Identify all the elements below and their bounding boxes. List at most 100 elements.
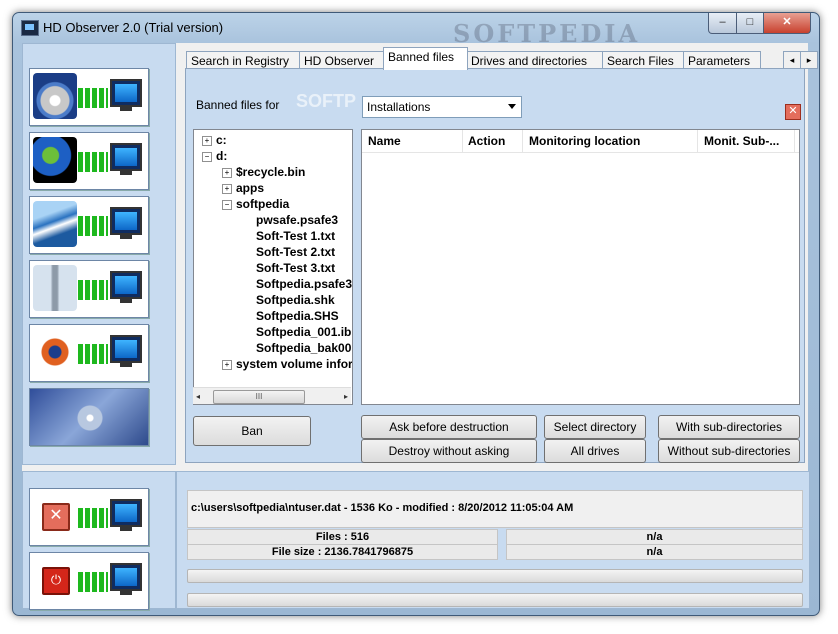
tree-item[interactable]: + system volume infor [222, 356, 353, 372]
collapse-icon[interactable]: − [202, 151, 212, 162]
select-directory-button[interactable]: Select directory [544, 415, 646, 439]
na-value-2: n/a [506, 544, 803, 560]
na-value-1: n/a [506, 529, 803, 545]
dvd-icon [33, 73, 77, 119]
nav-button-burst[interactable] [29, 324, 149, 382]
tree-item[interactable]: + c: [202, 132, 227, 148]
tree-item[interactable]: + $recycle.bin [222, 164, 305, 180]
tree-item-label: apps [236, 181, 265, 195]
column-monitoring-location[interactable]: Monitoring location [523, 130, 698, 152]
nav-button-dvd[interactable] [29, 68, 149, 126]
green-arrows-icon [78, 572, 108, 592]
expand-icon[interactable]: + [222, 167, 232, 178]
monitor-icon [110, 335, 142, 367]
tree-item-label: system volume infor [236, 357, 353, 371]
close-button[interactable]: ✕ [763, 13, 811, 34]
tab-scroll-right-icon[interactable]: ▸ [800, 51, 818, 69]
tab-banned-files[interactable]: Banned files [383, 47, 468, 70]
banned-files-label: Banned files for [196, 98, 280, 112]
column-monit-sub[interactable]: Monit. Sub-... [698, 130, 795, 152]
scroll-thumb[interactable]: III [213, 390, 305, 404]
current-file-box: c:\users\softpedia\ntuser.dat - 1536 Ko … [187, 490, 803, 528]
tree-horizontal-scrollbar[interactable]: ◂ III ▸ [193, 387, 351, 404]
expand-icon[interactable]: + [222, 359, 232, 370]
nav-button-tower[interactable] [29, 260, 149, 318]
monitor-icon [110, 499, 142, 531]
expand-icon[interactable]: + [202, 135, 212, 146]
power-icon: ⏻ [42, 567, 70, 595]
tree-item[interactable]: Soft-Test 3.txt [256, 260, 335, 276]
files-count: Files : 516 [187, 529, 498, 545]
tower-icon [33, 265, 77, 311]
monitor-icon [110, 271, 142, 303]
green-arrows-icon [78, 216, 108, 236]
burst-icon [33, 329, 77, 375]
close-icon[interactable]: ✕ [785, 104, 801, 120]
scroll-right-icon[interactable]: ▸ [344, 392, 348, 401]
tree-item[interactable]: Softpedia.psafe3 [256, 276, 352, 292]
banned-files-page: Banned files for SOFTP Installations ✕ +… [185, 68, 805, 463]
tree-item[interactable]: Softpedia.SHS [256, 308, 339, 324]
tab-scroll-left-icon[interactable]: ◂ [783, 51, 801, 69]
column-action[interactable]: Action [462, 130, 523, 152]
minimize-button[interactable]: – [708, 13, 737, 34]
left-nav-panel [22, 43, 176, 465]
green-arrows-icon [78, 508, 108, 528]
chevron-down-icon [508, 104, 516, 109]
collapse-icon[interactable]: − [222, 199, 232, 210]
banned-files-list[interactable]: Name Action Monitoring location Monit. S… [361, 129, 800, 405]
nav-button-wave[interactable] [29, 196, 149, 254]
tree-item[interactable]: + apps [222, 180, 264, 196]
power-button[interactable]: ⏻ [29, 552, 149, 610]
scroll-left-icon[interactable]: ◂ [196, 392, 200, 401]
monitor-icon [110, 143, 142, 175]
nav-button-logo[interactable] [29, 388, 149, 446]
tree-item[interactable]: Soft-Test 2.txt [256, 244, 335, 260]
green-arrows-icon [78, 280, 108, 300]
left-action-panel: ✕ ⏻ [22, 471, 176, 610]
tree-item[interactable]: Softpedia_bak00 [256, 340, 351, 356]
globe-icon [33, 137, 77, 183]
tree-item-label: d: [216, 149, 228, 163]
file-size: File size : 2136.7841796875 [187, 544, 498, 560]
tree-item-label: c: [216, 133, 227, 147]
window-title: HD Observer 2.0 (Trial version) [43, 20, 224, 35]
ban-button[interactable]: Ban [193, 416, 311, 446]
green-arrows-icon [78, 152, 108, 172]
destroy-without-asking-button[interactable]: Destroy without asking [361, 439, 537, 463]
all-drives-button[interactable]: All drives [544, 439, 646, 463]
softpedia-watermark: SOFTP [296, 91, 357, 111]
bottom-area: ✕ ⏻ c:\users\softpedia\ntuser.dat - 1536… [22, 471, 810, 610]
main-panel: Search in Registry HD Observer Banned fi… [176, 43, 818, 463]
column-name[interactable]: Name [362, 130, 463, 152]
monitor-icon [110, 207, 142, 239]
monitor-icon [110, 563, 142, 595]
folder-tree[interactable]: + c: − d: + $recycle.bin + apps − softpedia p… [193, 129, 353, 405]
tree-item[interactable]: Softpedia_001.ib [256, 324, 351, 340]
maximize-button[interactable]: □ [736, 13, 764, 34]
logo-icon [60, 403, 120, 433]
tree-item-label: softpedia [236, 197, 290, 211]
banned-category-select[interactable]: Installations [362, 96, 522, 118]
with-subdirectories-button[interactable]: With sub-directories [658, 415, 800, 439]
tree-item[interactable]: pwsafe.psafe3 [256, 212, 338, 228]
list-header: Name Action Monitoring location Monit. S… [362, 130, 799, 153]
tree-item[interactable]: − d: [202, 148, 227, 164]
progress-bar-2 [187, 593, 803, 607]
client-area: Search in Registry HD Observer Banned fi… [22, 43, 818, 610]
combo-value: Installations [367, 100, 431, 114]
monitor-icon [110, 79, 142, 111]
stop-x-icon: ✕ [42, 503, 70, 531]
title-bar: HD Observer 2.0 (Trial version) SOFTPEDI… [13, 13, 819, 48]
wave-icon [33, 201, 77, 247]
tree-item[interactable]: Soft-Test 1.txt [256, 228, 335, 244]
nav-button-globe[interactable] [29, 132, 149, 190]
tree-item-label: $recycle.bin [236, 165, 306, 179]
tree-item[interactable]: − softpedia [222, 196, 289, 212]
status-panel: c:\users\softpedia\ntuser.dat - 1536 Ko … [176, 471, 810, 609]
ask-before-destruction-button[interactable]: Ask before destruction [361, 415, 537, 439]
tree-item[interactable]: Softpedia.shk [256, 292, 335, 308]
stop-button[interactable]: ✕ [29, 488, 149, 546]
without-subdirectories-button[interactable]: Without sub-directories [658, 439, 800, 463]
expand-icon[interactable]: + [222, 183, 232, 194]
